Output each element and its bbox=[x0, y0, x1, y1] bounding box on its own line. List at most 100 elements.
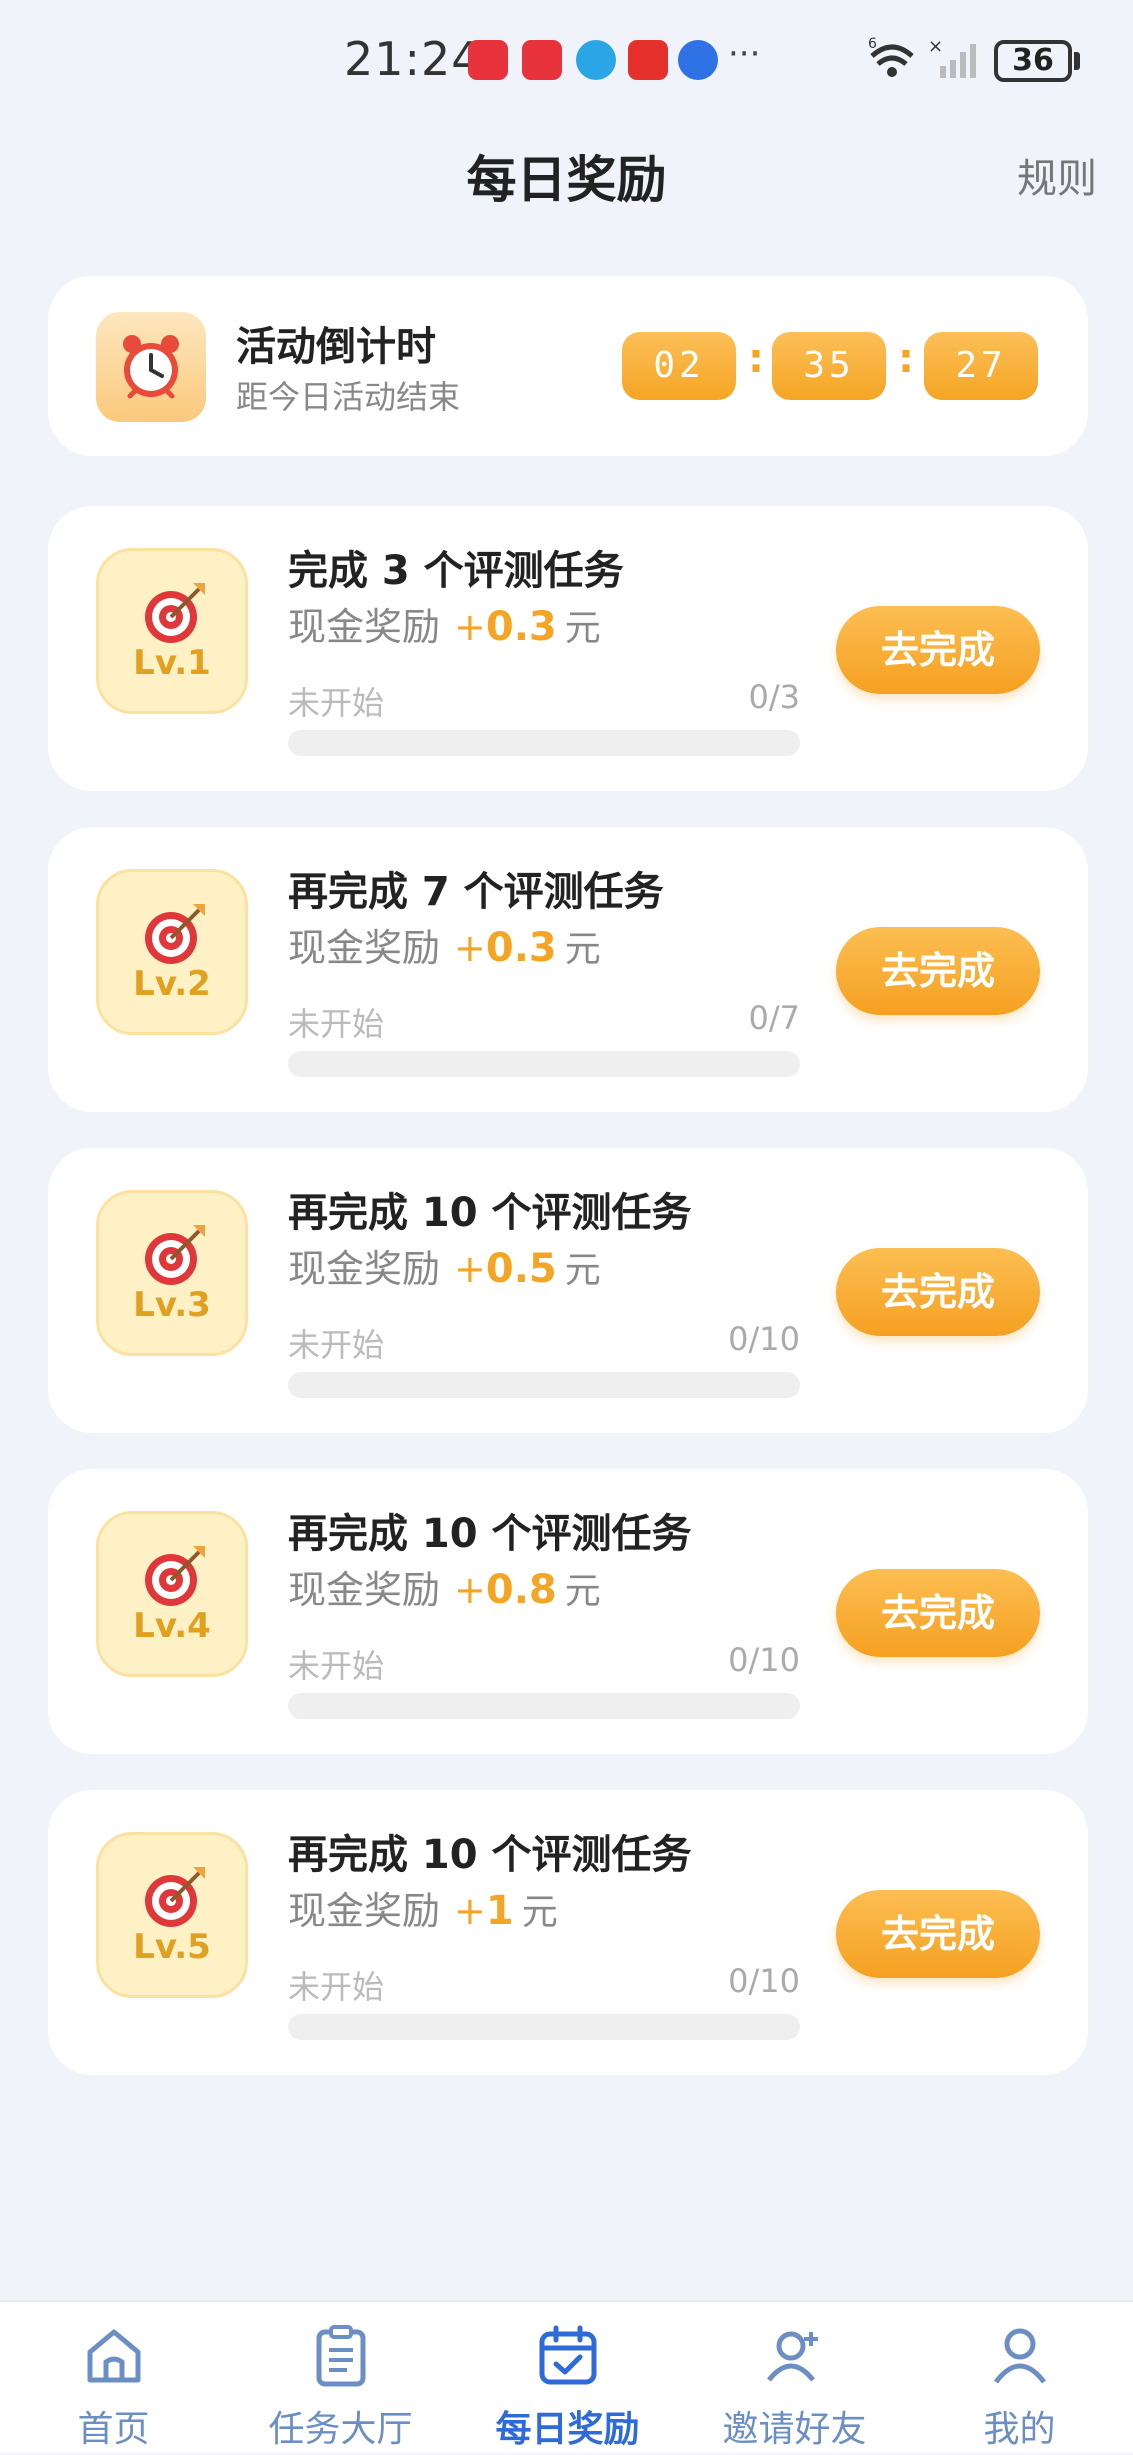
reward-plus: + bbox=[454, 1568, 486, 1612]
task-card: Lv.1 完成 3 个评测任务 现金奖励 +0.3 元 未开始 0/3 去完成 bbox=[48, 506, 1088, 791]
task-title: 再完成 10 个评测任务 bbox=[288, 1190, 692, 1236]
nav-item-daily-rewards[interactable]: 每日奖励 bbox=[454, 2302, 681, 2455]
nav-label: 首页 bbox=[77, 2409, 150, 2450]
task-progress-count: 0/10 bbox=[728, 1962, 800, 2000]
reward-amount: 0.5 bbox=[485, 1246, 557, 1292]
go-complete-button[interactable]: 去完成 bbox=[836, 1248, 1040, 1336]
go-complete-button[interactable]: 去完成 bbox=[836, 927, 1040, 1015]
bottom-nav: 首页 任务大厅 每日奖励 邀请好友 我的 bbox=[0, 2300, 1133, 2453]
task-status: 未开始 bbox=[288, 1326, 385, 1364]
reward-label: 现金奖励 bbox=[288, 926, 441, 970]
task-title: 完成 3 个评测任务 bbox=[288, 548, 624, 594]
reward-plus: + bbox=[454, 926, 486, 970]
task-status: 未开始 bbox=[288, 1968, 385, 2006]
reward-label: 现金奖励 bbox=[288, 1889, 441, 1933]
level-badge: Lv.2 bbox=[96, 869, 248, 1035]
level-label: Lv.3 bbox=[133, 1285, 211, 1325]
reward-row: 现金奖励 +0.3 元 bbox=[288, 596, 601, 651]
go-complete-button[interactable]: 去完成 bbox=[836, 1569, 1040, 1657]
level-badge: Lv.4 bbox=[96, 1511, 248, 1677]
task-status: 未开始 bbox=[288, 684, 385, 722]
reward-plus: + bbox=[454, 605, 486, 649]
baidu-app-icon bbox=[678, 40, 718, 80]
home-icon bbox=[87, 2329, 140, 2383]
level-label: Lv.5 bbox=[133, 1927, 211, 1967]
status-time: 21:24 bbox=[344, 32, 482, 86]
alarm-clock-icon bbox=[96, 312, 206, 422]
svg-text:×: × bbox=[928, 36, 943, 57]
countdown-card: 活动倒计时 距今日活动结束 02 : 35 : 27 bbox=[48, 276, 1088, 456]
more-notifications-icon: ··· bbox=[728, 34, 761, 74]
target-dart-icon bbox=[145, 1867, 205, 1927]
target-dart-icon bbox=[145, 904, 205, 964]
reward-row: 现金奖励 +0.8 元 bbox=[288, 1559, 601, 1614]
calendar-check-icon bbox=[539, 2325, 596, 2385]
svg-text:6: 6 bbox=[868, 36, 877, 52]
reward-label: 现金奖励 bbox=[288, 605, 441, 649]
rules-link[interactable]: 规则 bbox=[1017, 146, 1097, 204]
task-card: Lv.3 再完成 10 个评测任务 现金奖励 +0.5 元 未开始 0/10 去完成 bbox=[48, 1148, 1088, 1433]
progress-bar bbox=[288, 1372, 800, 1398]
huawei-app-icon bbox=[468, 40, 508, 80]
progress-bar bbox=[288, 1051, 800, 1077]
nav-label: 邀请好友 bbox=[722, 2409, 867, 2450]
task-title: 再完成 10 个评测任务 bbox=[288, 1832, 692, 1878]
level-badge: Lv.5 bbox=[96, 1832, 248, 1998]
go-complete-button[interactable]: 去完成 bbox=[836, 606, 1040, 694]
reward-amount: 1 bbox=[485, 1888, 514, 1934]
battery-tip bbox=[1074, 52, 1080, 70]
task-progress-count: 0/10 bbox=[728, 1641, 800, 1679]
reward-amount: 0.3 bbox=[485, 925, 557, 971]
reward-label: 现金奖励 bbox=[288, 1247, 441, 1291]
nav-item-home[interactable]: 首页 bbox=[0, 2302, 227, 2455]
reward-plus: + bbox=[454, 1247, 486, 1291]
countdown-hours: 02 bbox=[622, 332, 736, 400]
go-complete-button[interactable]: 去完成 bbox=[836, 1890, 1040, 1978]
task-progress-count: 0/7 bbox=[748, 999, 801, 1037]
reward-unit: 元 bbox=[564, 608, 601, 649]
countdown-minutes: 35 bbox=[772, 332, 886, 400]
reward-label: 现金奖励 bbox=[288, 1568, 441, 1612]
task-card: Lv.2 再完成 7 个评测任务 现金奖励 +0.3 元 未开始 0/7 去完成 bbox=[48, 827, 1088, 1112]
reward-row: 现金奖励 +0.5 元 bbox=[288, 1238, 601, 1293]
progress-bar bbox=[288, 1693, 800, 1719]
reward-amount: 0.8 bbox=[485, 1567, 557, 1613]
level-label: Lv.4 bbox=[133, 1606, 211, 1646]
nav-item-task-hall[interactable]: 任务大厅 bbox=[227, 2302, 454, 2455]
task-progress-count: 0/3 bbox=[748, 678, 801, 716]
page-title: 每日奖励 bbox=[466, 151, 667, 209]
countdown-subtitle: 距今日活动结束 bbox=[236, 378, 461, 416]
clipboard-icon bbox=[316, 2325, 365, 2387]
huawei-app-icon bbox=[522, 40, 562, 80]
task-title: 再完成 10 个评测任务 bbox=[288, 1511, 692, 1557]
battery-indicator: 36 bbox=[994, 40, 1072, 82]
nav-label: 我的 bbox=[983, 2409, 1056, 2450]
browser-app-icon bbox=[576, 40, 616, 80]
reward-unit: 元 bbox=[521, 1892, 558, 1933]
level-badge: Lv.1 bbox=[96, 548, 248, 714]
level-label: Lv.2 bbox=[133, 964, 211, 1004]
target-dart-icon bbox=[145, 583, 205, 643]
nav-item-invite-friends[interactable]: 邀请好友 bbox=[681, 2302, 908, 2455]
nav-item-profile[interactable]: 我的 bbox=[906, 2302, 1133, 2455]
nav-label: 任务大厅 bbox=[268, 2409, 413, 2450]
task-card: Lv.4 再完成 10 个评测任务 现金奖励 +0.8 元 未开始 0/10 去完成 bbox=[48, 1469, 1088, 1754]
countdown-separator: : bbox=[898, 336, 914, 382]
task-progress-count: 0/10 bbox=[728, 1320, 800, 1358]
countdown-seconds: 27 bbox=[924, 332, 1038, 400]
progress-bar bbox=[288, 2014, 800, 2040]
status-bar: 21:24 ··· 6 × 36 bbox=[0, 0, 1133, 120]
task-status: 未开始 bbox=[288, 1647, 385, 1685]
target-dart-icon bbox=[145, 1225, 205, 1285]
level-label: Lv.1 bbox=[133, 643, 211, 683]
reward-unit: 元 bbox=[564, 929, 601, 970]
reward-unit: 元 bbox=[564, 1571, 601, 1612]
target-dart-icon bbox=[145, 1546, 205, 1606]
video-app-icon bbox=[628, 40, 668, 80]
profile-icon bbox=[993, 2328, 1046, 2384]
task-status: 未开始 bbox=[288, 1005, 385, 1043]
countdown-title: 活动倒计时 bbox=[236, 324, 436, 370]
wifi-signal-icon: 6 × bbox=[868, 36, 976, 78]
countdown-separator: : bbox=[748, 336, 764, 382]
reward-unit: 元 bbox=[564, 1250, 601, 1291]
